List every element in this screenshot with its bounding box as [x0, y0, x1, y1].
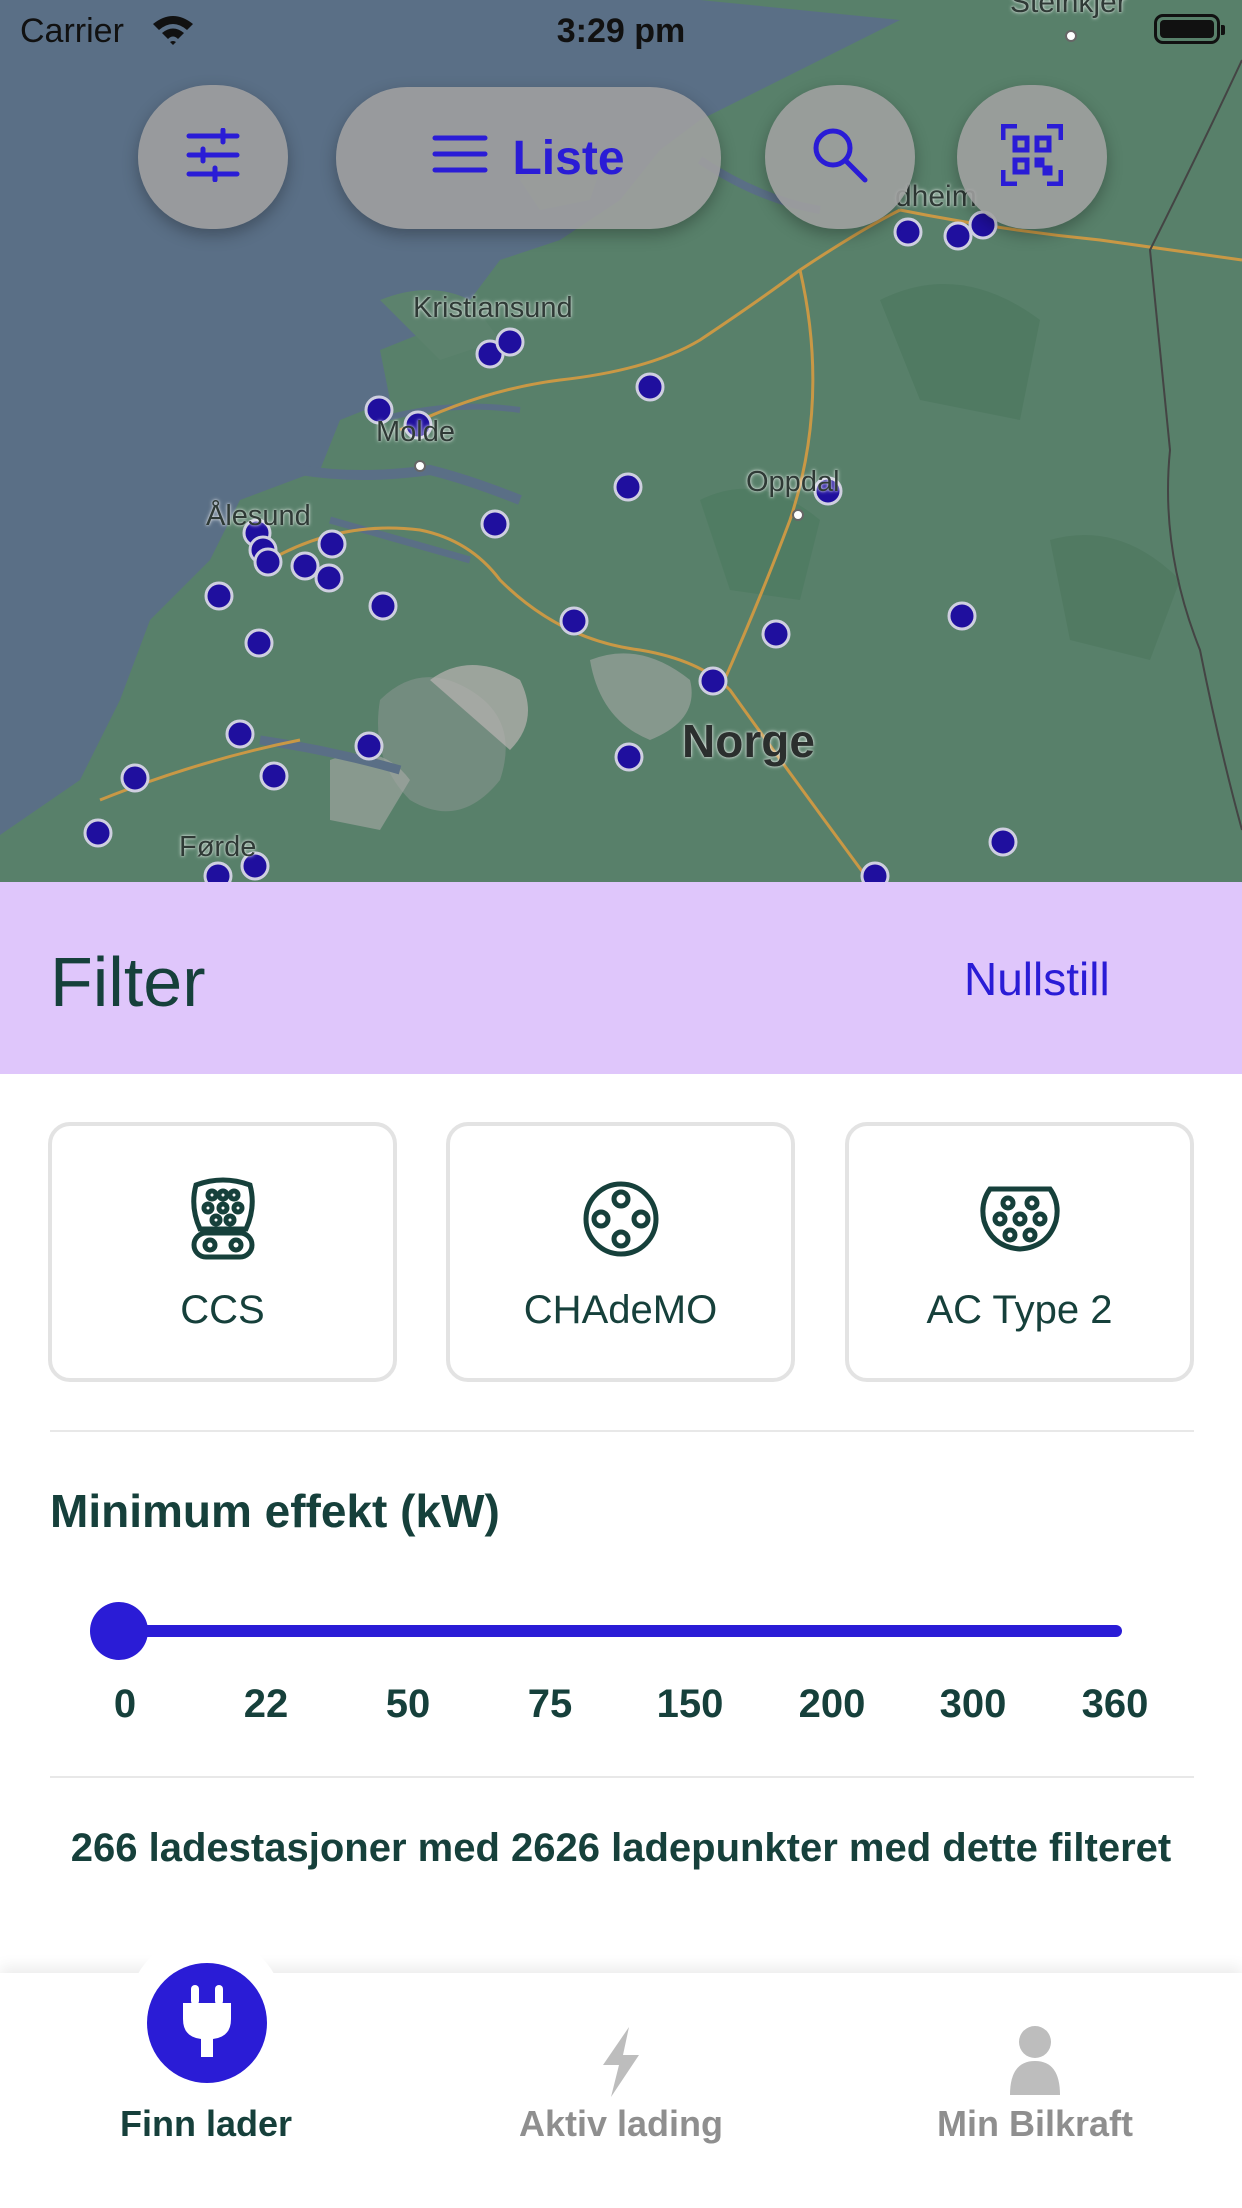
result-summary: 266 ladestasjoner med 2626 ladepunkter m… — [70, 1826, 1172, 1870]
type2-connector-icon — [978, 1176, 1062, 1262]
tab-min-bilkraft[interactable]: Min Bilkraft — [875, 1973, 1195, 2208]
plug-icon — [179, 1983, 235, 2064]
connector-chademo[interactable]: CHAdeMO — [446, 1122, 795, 1382]
filter-header: Filter Nullstill — [0, 882, 1242, 1074]
connector-label: AC Type 2 — [926, 1288, 1113, 1332]
slider-tick: 50 — [385, 1682, 431, 1726]
slider-tick: 0 — [113, 1682, 137, 1726]
slider-tick: 22 — [243, 1682, 289, 1726]
list-button[interactable]: Liste — [336, 87, 721, 229]
sliders-icon — [185, 127, 241, 187]
connector-ccs[interactable]: CCS — [48, 1122, 397, 1382]
reset-button[interactable]: Nullstill — [964, 952, 1110, 1006]
tab-aktiv-lading[interactable]: Aktiv lading — [461, 1973, 781, 2208]
search-icon — [811, 126, 869, 189]
lightning-icon — [597, 2025, 645, 2104]
ccs-connector-icon — [188, 1176, 258, 1262]
slider-tick: 300 — [939, 1682, 1007, 1726]
status-bar: Carrier 3:29 pm — [0, 0, 1242, 62]
qr-scan-button[interactable] — [957, 85, 1107, 229]
power-slider-track[interactable] — [120, 1625, 1122, 1637]
slider-tick: 150 — [656, 1682, 724, 1726]
list-button-label: Liste — [512, 131, 625, 185]
min-power-title: Minimum effekt (kW) — [50, 1485, 500, 1537]
divider — [50, 1776, 1194, 1778]
chademo-connector-icon — [581, 1176, 661, 1262]
place-label: Norge — [682, 715, 815, 767]
connector-type2[interactable]: AC Type 2 — [845, 1122, 1194, 1382]
tab-label: Finn lader — [119, 2103, 293, 2144]
place-label: Kristiansund — [413, 292, 573, 324]
slider-tick: 75 — [527, 1682, 573, 1726]
connector-label: CHAdeMO — [523, 1288, 718, 1332]
search-button[interactable] — [765, 85, 915, 229]
place-label: Molde — [376, 416, 455, 448]
filter-button[interactable] — [138, 85, 288, 229]
power-slider-thumb[interactable] — [90, 1602, 148, 1660]
qr-scan-icon — [1000, 123, 1064, 191]
filter-title: Filter — [50, 943, 206, 1021]
connector-label: CCS — [180, 1288, 265, 1332]
tab-label: Min Bilkraft — [936, 2103, 1133, 2144]
person-icon — [1008, 2025, 1062, 2100]
battery-icon — [1154, 14, 1225, 44]
menu-icon — [432, 131, 488, 186]
tab-active-indicator[interactable] — [147, 1963, 267, 2083]
divider — [50, 1430, 1194, 1432]
tab-label: Aktiv lading — [518, 2103, 724, 2144]
place-label: Førde — [179, 831, 257, 863]
place-label: Oppdal — [746, 466, 840, 498]
slider-tick: 360 — [1081, 1682, 1149, 1726]
map-view[interactable]: Steinkjer dheim Kristiansund Molde Oppda… — [0, 0, 1242, 882]
slider-tick: 200 — [798, 1682, 866, 1726]
place-label: Ålesund — [206, 500, 311, 532]
clock: 3:29 pm — [556, 12, 686, 50]
